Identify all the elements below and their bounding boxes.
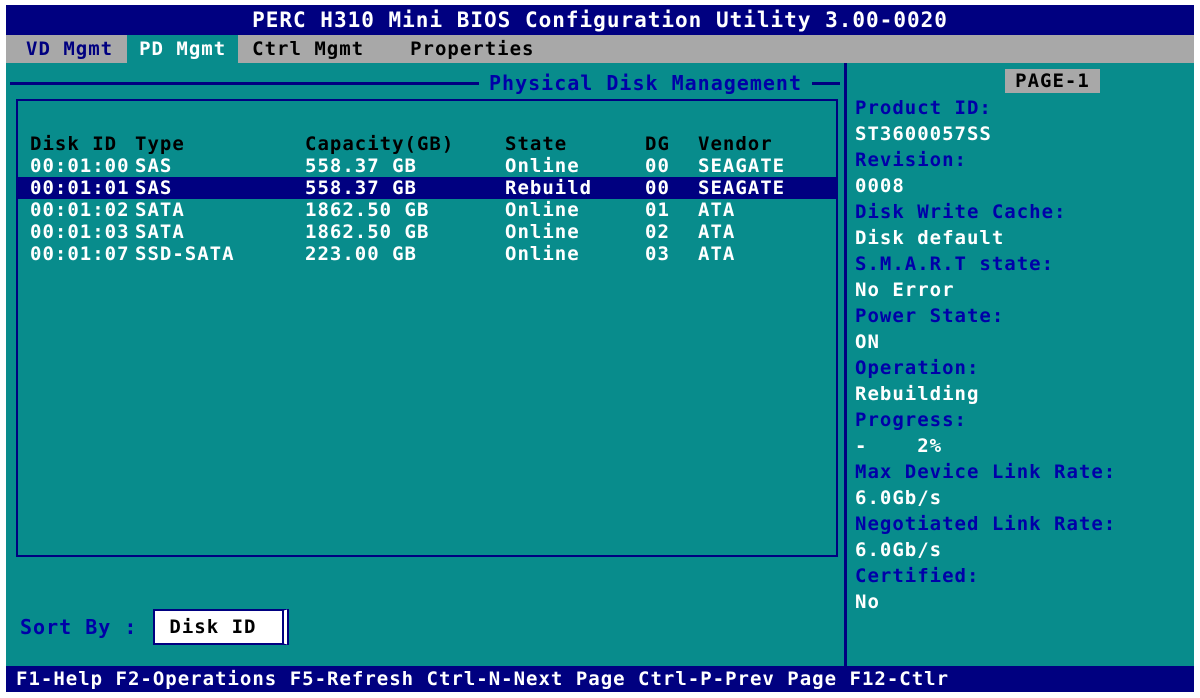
status-hint-f12: F12-Ctlr [850, 668, 950, 690]
detail-label: Power State: [855, 303, 1190, 329]
disk-row-00:01:00[interactable]: 00:01:00SAS558.37 GBOnline00SEAGATE [18, 155, 836, 177]
column-header-type: Type [135, 133, 305, 155]
sort-by-row: Sort By : Disk ID [20, 609, 844, 645]
detail-label: Operation: [855, 355, 1190, 381]
cell-state: Rebuild [505, 177, 645, 199]
status-hint-f1: F1-Help [16, 668, 103, 690]
disk-list-region: Physical Disk Management Disk IDTypeCapa… [6, 63, 844, 666]
cell-disk-id: 00:01:00 [30, 155, 135, 177]
column-header-vendor: Vendor [698, 133, 836, 155]
status-bar: F1-Help F2-Operations F5-Refresh Ctrl-N-… [6, 666, 1194, 692]
title-bar: PERC H310 Mini BIOS Configuration Utilit… [6, 5, 1194, 35]
cell-disk-id: 00:01:02 [30, 199, 135, 221]
detail-value: 6.0Gb/s [855, 537, 1190, 563]
cell-type: SSD-SATA [135, 243, 305, 265]
disk-table-panel: Disk IDTypeCapacity(GB)StateDGVendor 00:… [16, 99, 838, 557]
cell-vendor: ATA [698, 199, 836, 221]
cell-capacity: 558.37 GB [305, 155, 505, 177]
detail-label: S.M.A.R.T state: [855, 251, 1190, 277]
status-hint-f5: F5-Refresh [290, 668, 414, 690]
detail-label: Product ID: [855, 95, 1190, 121]
cell-vendor: ATA [698, 221, 836, 243]
cell-capacity: 1862.50 GB [305, 199, 505, 221]
cell-capacity: 1862.50 GB [305, 221, 505, 243]
column-header-dg: DG [645, 133, 698, 155]
cell-type: SATA [135, 221, 305, 243]
detail-value: Rebuilding [855, 381, 1190, 407]
detail-value: ON [855, 329, 1190, 355]
disk-table-body: 00:01:00SAS558.37 GBOnline00SEAGATE00:01… [18, 155, 836, 265]
detail-value: No [855, 589, 1190, 615]
section-title-line-left [10, 82, 479, 85]
cell-dg: 02 [645, 221, 698, 243]
section-title: Physical Disk Management [479, 71, 812, 95]
cell-state: Online [505, 199, 645, 221]
menu-item-vd-mgmt[interactable]: VD Mgmt [14, 35, 125, 63]
sort-by-label: Sort By : [20, 615, 137, 639]
cell-dg: 00 [645, 155, 698, 177]
detail-label: Revision: [855, 147, 1190, 173]
disk-row-00:01:01[interactable]: 00:01:01SAS558.37 GBRebuild00SEAGATE [18, 177, 836, 199]
cell-state: Online [505, 221, 645, 243]
cell-vendor: SEAGATE [698, 177, 836, 199]
detail-value: No Error [855, 277, 1190, 303]
detail-value: ST3600057SS [855, 121, 1190, 147]
disk-table-header: Disk IDTypeCapacity(GB)StateDGVendor [18, 133, 836, 155]
cell-dg: 00 [645, 177, 698, 199]
section-title-line-right [812, 82, 840, 85]
detail-value: - 2% [855, 433, 1190, 459]
cell-type: SATA [135, 199, 305, 221]
disk-row-00:01:02[interactable]: 00:01:02SATA1862.50 GBOnline01ATA [18, 199, 836, 221]
section-title-row: Physical Disk Management [6, 71, 844, 95]
detail-label: Progress: [855, 407, 1190, 433]
column-header-disk-id: Disk ID [30, 133, 135, 155]
status-hint-f2: F2-Operations [116, 668, 278, 690]
detail-label: Certified: [855, 563, 1190, 589]
disk-row-00:01:03[interactable]: 00:01:03SATA1862.50 GBOnline02ATA [18, 221, 836, 243]
detail-value: Disk default [855, 225, 1190, 251]
details-panel: PAGE-1 Product ID:ST3600057SSRevision:00… [844, 63, 1194, 666]
menu-item-properties[interactable]: Properties [398, 35, 546, 63]
status-hint-ctrl: Ctrl-P-Prev Page [638, 668, 837, 690]
sort-by-dropdown[interactable]: Disk ID [153, 609, 289, 645]
cell-state: Online [505, 243, 645, 265]
cell-disk-id: 00:01:01 [30, 177, 135, 199]
cell-disk-id: 00:01:03 [30, 221, 135, 243]
cell-type: SAS [135, 155, 305, 177]
bios-screen: PERC H310 Mini BIOS Configuration Utilit… [6, 5, 1194, 692]
menu-item-ctrl-mgmt[interactable]: Ctrl Mgmt [240, 35, 376, 63]
detail-label: Negotiated Link Rate: [855, 511, 1190, 537]
cell-capacity: 558.37 GB [305, 177, 505, 199]
main-area: Physical Disk Management Disk IDTypeCapa… [6, 63, 1194, 666]
menu-item-pd-mgmt[interactable]: PD Mgmt [127, 35, 238, 63]
cell-dg: 03 [645, 243, 698, 265]
detail-label: Disk Write Cache: [855, 199, 1190, 225]
detail-value: 0008 [855, 173, 1190, 199]
status-hint-ctrl: Ctrl-N-Next Page [427, 668, 626, 690]
disk-row-00:01:07[interactable]: 00:01:07SSD-SATA223.00 GBOnline03ATA [18, 243, 836, 265]
sort-by-value: Disk ID [169, 616, 256, 638]
column-header-capacity-gb-: Capacity(GB) [305, 133, 505, 155]
cell-capacity: 223.00 GB [305, 243, 505, 265]
cell-vendor: SEAGATE [698, 155, 836, 177]
cell-state: Online [505, 155, 645, 177]
page-badge: PAGE-1 [1005, 69, 1100, 93]
cell-vendor: ATA [698, 243, 836, 265]
menu-bar: VD MgmtPD MgmtCtrl Mgmt Properties [6, 35, 1194, 63]
cell-dg: 01 [645, 199, 698, 221]
column-header-state: State [505, 133, 645, 155]
detail-label: Max Device Link Rate: [855, 459, 1190, 485]
cell-type: SAS [135, 177, 305, 199]
detail-value: 6.0Gb/s [855, 485, 1190, 511]
details-fields: Product ID:ST3600057SSRevision:0008Disk … [855, 95, 1190, 615]
cell-disk-id: 00:01:07 [30, 243, 135, 265]
